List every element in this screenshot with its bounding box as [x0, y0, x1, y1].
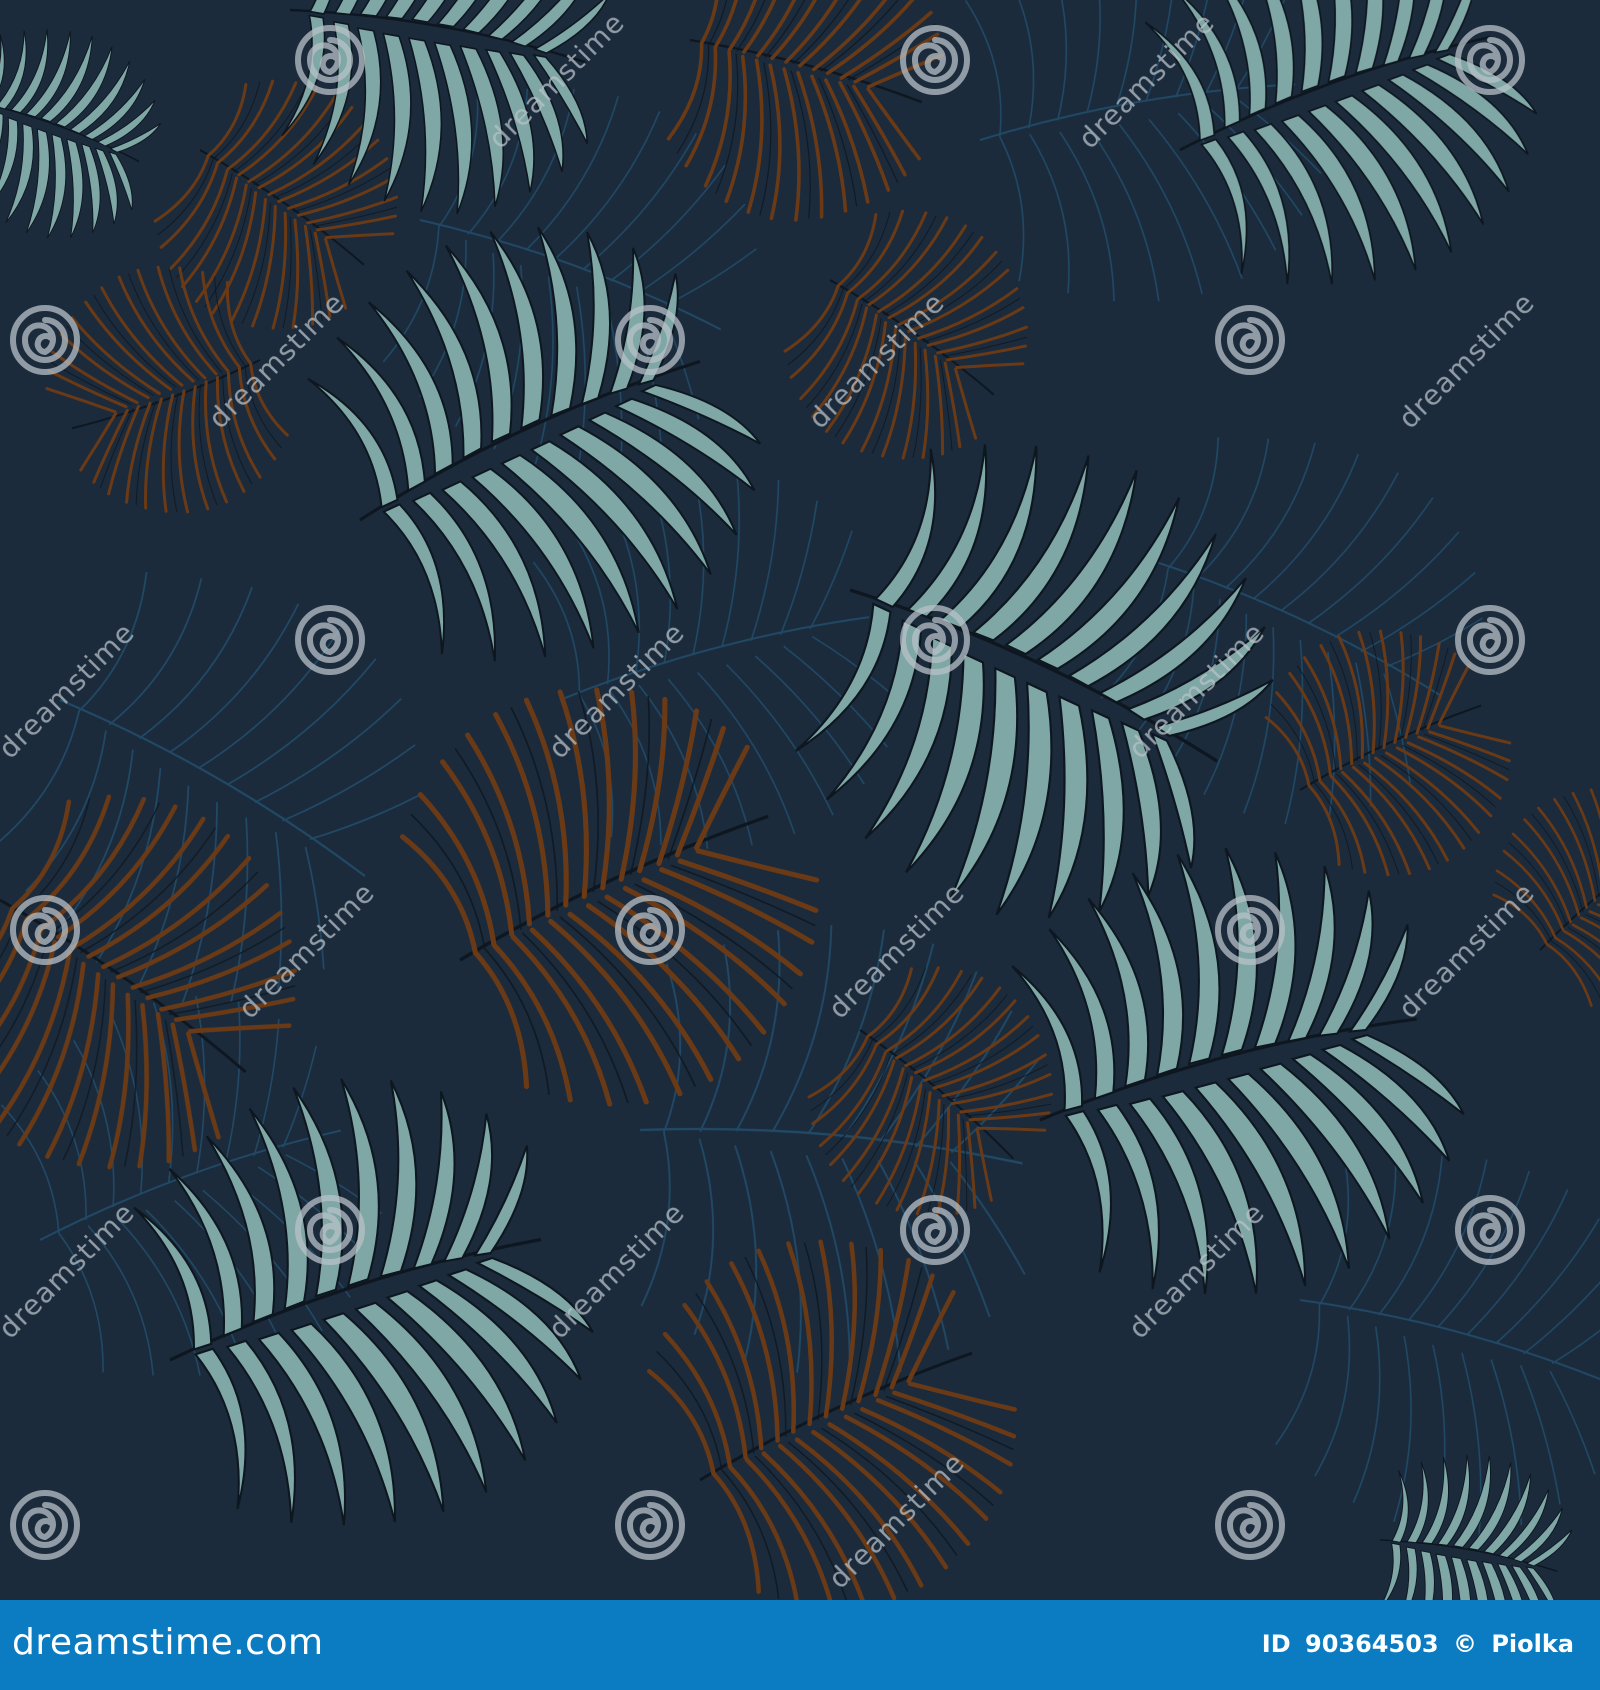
site-name[interactable]: dreamstime.com: [12, 1622, 324, 1663]
pattern-artwork: dreamstime dreamstime dreamstime dreamst…: [0, 0, 1600, 1600]
author-name[interactable]: Piolka: [1491, 1630, 1574, 1658]
copyright-symbol: ©: [1452, 1630, 1477, 1658]
id-value: 90364503: [1305, 1630, 1439, 1658]
palm-leaf-pattern: dreamstime dreamstime dreamstime dreamst…: [0, 0, 1600, 1600]
footer-bar: dreamstime.com ID 90364503 © Piolka: [0, 1600, 1600, 1690]
id-label: ID: [1261, 1630, 1291, 1658]
image-credit: ID 90364503 © Piolka: [1256, 1630, 1574, 1658]
